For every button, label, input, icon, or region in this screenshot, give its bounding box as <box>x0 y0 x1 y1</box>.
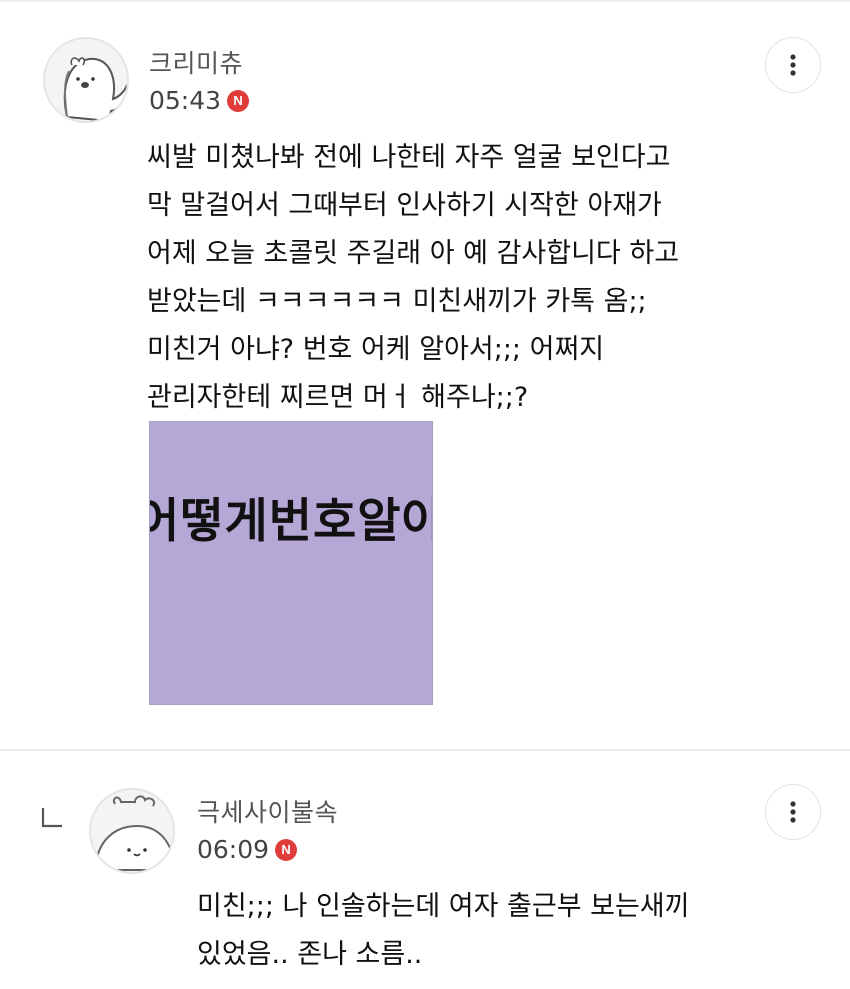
more-vertical-icon <box>790 54 796 76</box>
comment-divider <box>0 749 850 751</box>
avatar-character-icon <box>91 790 173 872</box>
comment-line: 미친거 아냐? 번호 어케 알아서;;; 어쩌지 <box>147 334 605 365</box>
more-options-button[interactable] <box>765 37 821 93</box>
comment-line: 씨발 미쳤나봐 전에 나한테 자주 얼굴 보인다고 <box>147 142 671 173</box>
comment-line: 받았는데 ㅋㅋㅋㅋㅋㅋ 미친새끼가 카톡 옴;; <box>147 286 647 317</box>
attached-image-text: 어떻게번호알아 <box>149 494 433 549</box>
comment-line: 관리자한테 찌르면 머ㅓ 해주나;;? <box>147 382 529 413</box>
more-vertical-icon <box>790 801 796 823</box>
comment-time: 05:43 <box>149 86 222 115</box>
avatar[interactable] <box>43 37 129 123</box>
reply-arrow-icon <box>41 808 62 828</box>
new-badge-icon: N <box>227 89 250 112</box>
comment-author[interactable]: 크리미츄 <box>149 44 243 80</box>
comment-line: 있었음.. 존나 소름.. <box>197 939 423 970</box>
avatar[interactable] <box>89 788 175 874</box>
comment-text: 씨발 미쳤나봐 전에 나한테 자주 얼굴 보인다고 막 말걸어서 그때부터 인사… <box>147 134 679 422</box>
comment-meta: 06:09 N <box>197 835 298 864</box>
comment-line: 미친;;; 나 인솔하는데 여자 출근부 보는새끼 <box>197 891 690 922</box>
more-options-button[interactable] <box>765 784 821 840</box>
attached-image[interactable]: 어떻게번호알아 <box>149 421 433 705</box>
comment-time: 06:09 <box>197 835 270 864</box>
comment-line: 어제 오늘 초콜릿 주길래 아 예 감사합니다 하고 <box>147 238 680 269</box>
avatar-character-icon <box>45 39 127 121</box>
comment-text: 미친;;; 나 인솔하는데 여자 출근부 보는새끼 있었음.. 존나 소름.. <box>197 883 689 979</box>
new-badge-icon: N <box>275 838 298 861</box>
comment-item: 크리미츄 05:43 N 씨발 미쳤나봐 전에 나한테 자주 얼굴 보인다고 막… <box>0 0 850 750</box>
comment-meta: 05:43 N <box>149 86 250 115</box>
comment-author[interactable]: 극세사이불속 <box>197 793 338 829</box>
comment-line: 막 말걸어서 그때부터 인사하기 시작한 아재가 <box>147 190 662 221</box>
